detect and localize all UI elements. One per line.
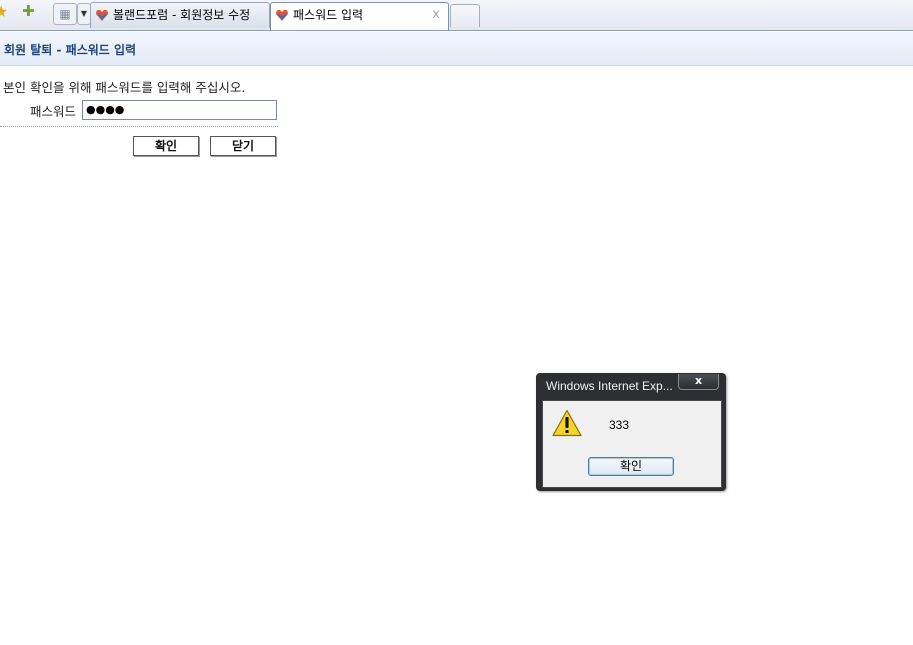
divider xyxy=(0,126,278,127)
instruction-text: 본인 확인을 위해 패스워드를 입력해 주십시오. xyxy=(3,80,246,95)
tab-label: 패스워드 입력 xyxy=(293,8,364,22)
quick-tabs-icon: ▦ xyxy=(59,7,71,21)
password-field[interactable]: ●●●● xyxy=(82,100,277,120)
site-favicon-icon xyxy=(96,9,108,21)
new-tab-button[interactable] xyxy=(450,4,480,27)
confirm-button[interactable]: 확인 xyxy=(133,136,199,156)
page-title: 회원 탈퇴 - 패스워드 입력 xyxy=(4,43,137,57)
warning-icon xyxy=(552,409,582,437)
page-header: 회원 탈퇴 - 패스워드 입력 xyxy=(0,32,913,66)
tab-password-input[interactable]: 패스워드 입력 x xyxy=(270,2,449,30)
dialog-title: Windows Internet Exp... xyxy=(546,379,673,393)
dialog-close-button[interactable]: x xyxy=(678,374,719,390)
close-button[interactable]: 닫기 xyxy=(210,136,276,156)
chevron-down-icon: ▼ xyxy=(80,9,88,18)
password-label: 패스워드 xyxy=(30,104,77,119)
quick-tabs-button[interactable]: ▦ xyxy=(53,3,77,25)
tab-forum-profile[interactable]: 볼랜드포럼 - 회원정보 수정 xyxy=(90,2,270,28)
alert-dialog: Windows Internet Exp... x 333 확인 xyxy=(536,373,726,491)
dialog-body: 333 확인 xyxy=(542,400,722,488)
dialog-message: 333 xyxy=(609,418,630,432)
close-icon: x xyxy=(694,374,703,387)
add-favorites-icon[interactable]: ✚ xyxy=(22,2,35,20)
close-tab-icon[interactable]: x xyxy=(432,3,440,27)
site-favicon-icon xyxy=(276,9,288,21)
browser-tab-strip: ★ ✚ ▦ ▼ 볼랜드포럼 - 회원정보 수정 패스워드 입력 x xyxy=(0,0,913,31)
tab-list-dropdown[interactable]: ▼ xyxy=(77,3,91,25)
favorites-star-icon[interactable]: ★ xyxy=(0,2,8,21)
dialog-ok-button[interactable]: 확인 xyxy=(588,457,674,476)
tab-label: 볼랜드포럼 - 회원정보 수정 xyxy=(113,8,251,22)
